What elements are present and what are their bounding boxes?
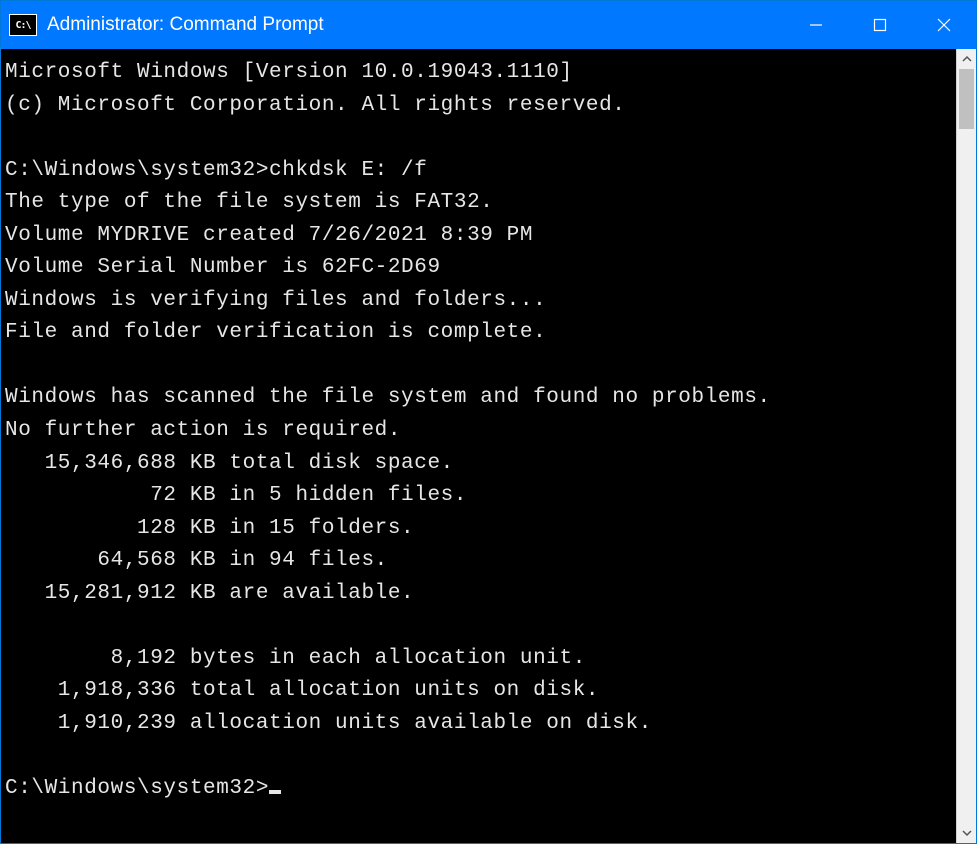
terminal-line: No further action is required.: [5, 419, 401, 442]
window-title: Administrator: Command Prompt: [47, 14, 784, 36]
minimize-icon: [809, 18, 823, 32]
scroll-track[interactable]: [957, 69, 976, 823]
terminal-line: (c) Microsoft Corporation. All rights re…: [5, 94, 626, 117]
titlebar[interactable]: C:\ Administrator: Command Prompt: [1, 1, 976, 49]
terminal-line: File and folder verification is complete…: [5, 321, 546, 344]
terminal-line: 15,346,688 KB total disk space.: [5, 452, 454, 475]
maximize-icon: [873, 18, 887, 32]
terminal-line: 1,910,239 allocation units available on …: [5, 712, 652, 735]
close-icon: [937, 18, 951, 32]
terminal-line: 1,918,336 total allocation units on disk…: [5, 679, 599, 702]
minimize-button[interactable]: [784, 1, 848, 49]
scroll-down-arrow-icon[interactable]: [957, 823, 976, 843]
content-area: Microsoft Windows [Version 10.0.19043.11…: [1, 49, 976, 843]
terminal-output[interactable]: Microsoft Windows [Version 10.0.19043.11…: [1, 49, 956, 843]
terminal-line: Windows has scanned the file system and …: [5, 386, 771, 409]
terminal-line: C:\Windows\system32>chkdsk E: /f: [5, 159, 427, 182]
terminal-line: Volume Serial Number is 62FC-2D69: [5, 256, 441, 279]
terminal-line: C:\Windows\system32>: [5, 777, 269, 800]
close-button[interactable]: [912, 1, 976, 49]
terminal-line: 128 KB in 15 folders.: [5, 517, 414, 540]
terminal-line: 64,568 KB in 94 files.: [5, 549, 388, 572]
maximize-button[interactable]: [848, 1, 912, 49]
terminal-line: 15,281,912 KB are available.: [5, 582, 414, 605]
vertical-scrollbar[interactable]: [956, 49, 976, 843]
terminal-line: Microsoft Windows [Version 10.0.19043.11…: [5, 61, 573, 84]
terminal-line: 72 KB in 5 hidden files.: [5, 484, 467, 507]
terminal-line: Volume MYDRIVE created 7/26/2021 8:39 PM: [5, 224, 533, 247]
scroll-thumb[interactable]: [959, 69, 974, 129]
terminal-line: 8,192 bytes in each allocation unit.: [5, 647, 586, 670]
terminal-line: Windows is verifying files and folders..…: [5, 289, 546, 312]
terminal-cursor: [269, 790, 281, 794]
command-prompt-window: C:\ Administrator: Command Prompt Mi: [0, 0, 977, 844]
scroll-up-arrow-icon[interactable]: [957, 49, 976, 69]
terminal-line: The type of the file system is FAT32.: [5, 191, 493, 214]
app-icon: C:\: [9, 14, 37, 36]
window-controls: [784, 1, 976, 49]
